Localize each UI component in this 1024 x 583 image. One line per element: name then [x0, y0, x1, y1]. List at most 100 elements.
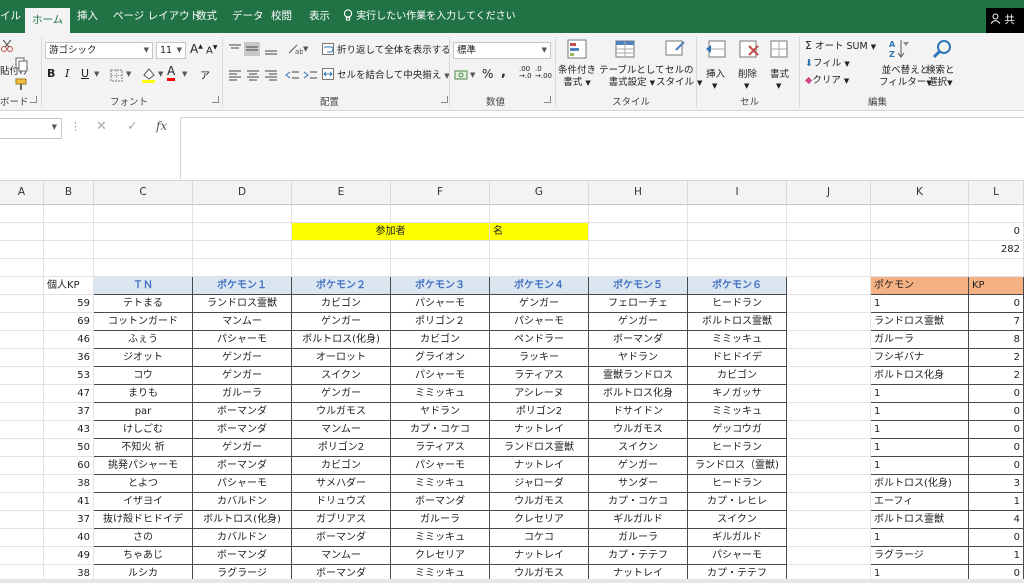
- kp-value-cell[interactable]: 36: [44, 349, 94, 367]
- empty-cell[interactable]: [787, 493, 871, 511]
- pokemon-cell[interactable]: ヤドラン: [589, 349, 688, 367]
- pokemon-cell[interactable]: カプ・レヒレ: [688, 493, 787, 511]
- accounting-dropdown[interactable]: ▼: [470, 71, 475, 79]
- empty-cell[interactable]: [490, 241, 589, 259]
- empty-cell[interactable]: [688, 205, 787, 223]
- pokemon-cell[interactable]: ヒードラン: [688, 439, 787, 457]
- pokemon-name-cell[interactable]: フシギバナ: [871, 349, 969, 367]
- table-header-cell[interactable]: ポケモン２: [292, 277, 391, 295]
- table-header-cell[interactable]: ポケモン３: [391, 277, 490, 295]
- pokemon-cell[interactable]: スイクン: [292, 367, 391, 385]
- pokemon-cell[interactable]: ラティアス: [490, 367, 589, 385]
- empty-cell[interactable]: [0, 241, 44, 259]
- trainer-name-cell[interactable]: コウ: [94, 367, 193, 385]
- column-header-J[interactable]: J: [787, 181, 871, 205]
- pokemon-name-cell[interactable]: 1: [871, 403, 969, 421]
- empty-cell[interactable]: [292, 241, 391, 259]
- kp-count-cell[interactable]: 1: [969, 493, 1024, 511]
- pokemon-cell[interactable]: ギルガルド: [589, 511, 688, 529]
- kp-value-cell[interactable]: 59: [44, 295, 94, 313]
- kp-header-cell[interactable]: 個人KP: [44, 277, 94, 295]
- empty-cell[interactable]: [0, 223, 44, 241]
- pokemon-cell[interactable]: ミミッキュ: [688, 403, 787, 421]
- pokemon-cell[interactable]: アシレーヌ: [490, 385, 589, 403]
- pokemon-cell[interactable]: カビゴン: [292, 457, 391, 475]
- empty-cell[interactable]: [871, 259, 969, 277]
- empty-cell[interactable]: [787, 475, 871, 493]
- pokemon-cell[interactable]: ナットレイ: [490, 421, 589, 439]
- delete-cells-button[interactable]: 削除 ▼: [738, 66, 757, 91]
- percent-button[interactable]: %: [482, 67, 493, 81]
- kp-count-cell[interactable]: 1: [969, 547, 1024, 565]
- shrink-font-button[interactable]: A▼: [206, 44, 217, 56]
- pokemon-cell[interactable]: ナットレイ: [490, 547, 589, 565]
- trainer-name-cell[interactable]: イザヨイ: [94, 493, 193, 511]
- empty-cell[interactable]: [0, 295, 44, 313]
- fill-color-dropdown[interactable]: ▼: [158, 70, 163, 78]
- tab-file[interactable]: イル: [0, 0, 21, 33]
- empty-cell[interactable]: [0, 349, 44, 367]
- empty-cell[interactable]: [589, 259, 688, 277]
- empty-cell[interactable]: [787, 439, 871, 457]
- pokemon-cell[interactable]: ドヒドイデ: [688, 349, 787, 367]
- empty-cell[interactable]: [589, 241, 688, 259]
- name-box[interactable]: ▼: [0, 118, 62, 139]
- empty-cell[interactable]: [44, 223, 94, 241]
- orientation-icon[interactable]: ab: [287, 43, 303, 55]
- empty-cell[interactable]: [0, 421, 44, 439]
- underline-button[interactable]: U: [81, 67, 89, 80]
- pokemon-cell[interactable]: オーロット: [292, 349, 391, 367]
- kp-count-cell[interactable]: 2: [969, 367, 1024, 385]
- trainer-name-cell[interactable]: ちゃあじ: [94, 547, 193, 565]
- empty-cell[interactable]: [94, 259, 193, 277]
- horizontal-scrollbar[interactable]: [0, 579, 1024, 583]
- pokemon-cell[interactable]: ゲンガー: [292, 385, 391, 403]
- pokemon-cell[interactable]: クレセリア: [391, 547, 490, 565]
- empty-cell[interactable]: [0, 313, 44, 331]
- pokemon-cell[interactable]: ゲンガー: [292, 313, 391, 331]
- insert-cells-icon[interactable]: [705, 38, 727, 60]
- border-icon[interactable]: [110, 69, 124, 82]
- format-painter-icon[interactable]: [14, 77, 30, 91]
- cell-styles-icon[interactable]: [664, 38, 686, 60]
- font-size-select[interactable]: 11 ▼: [156, 42, 186, 59]
- empty-cell[interactable]: [787, 385, 871, 403]
- pokemon-cell[interactable]: ヤドラン: [391, 403, 490, 421]
- pokemon-cell[interactable]: ボーマンダ: [193, 547, 292, 565]
- underline-dropdown[interactable]: ▼: [94, 70, 99, 78]
- empty-cell[interactable]: [44, 205, 94, 223]
- table-header-cell[interactable]: ＴＮ: [94, 277, 193, 295]
- empty-cell[interactable]: [787, 367, 871, 385]
- pokemon-cell[interactable]: カバルドン: [193, 493, 292, 511]
- trainer-name-cell[interactable]: コットンガード: [94, 313, 193, 331]
- font-name-select[interactable]: 游ゴシック ▼: [45, 42, 153, 59]
- pokemon-cell[interactable]: マンムー: [292, 547, 391, 565]
- pokemon-cell[interactable]: カプ・コケコ: [391, 421, 490, 439]
- font-launcher[interactable]: [212, 96, 219, 103]
- kp-value-cell[interactable]: 40: [44, 529, 94, 547]
- empty-cell[interactable]: [969, 205, 1024, 223]
- clear-button[interactable]: ◆クリア ▼: [805, 72, 849, 86]
- table-header-cell[interactable]: ポケモン４: [490, 277, 589, 295]
- font-color-dropdown[interactable]: ▼: [182, 70, 187, 78]
- pokemon-cell[interactable]: ゲッコウガ: [688, 421, 787, 439]
- empty-cell[interactable]: [787, 313, 871, 331]
- number-format-select[interactable]: 標準 ▼: [453, 42, 551, 59]
- pokemon-cell[interactable]: ヒードラン: [688, 295, 787, 313]
- pokemon-name-cell[interactable]: 1: [871, 385, 969, 403]
- empty-cell[interactable]: [94, 205, 193, 223]
- tab-page-layout[interactable]: ページ レイアウト: [113, 0, 200, 33]
- pokemon-name-cell[interactable]: ボルトロス化身: [871, 367, 969, 385]
- pokemon-cell[interactable]: 霊獣ランドロス: [589, 367, 688, 385]
- accounting-format-icon[interactable]: [454, 69, 470, 81]
- pokemon-cell[interactable]: カビゴン: [292, 295, 391, 313]
- empty-cell[interactable]: [0, 439, 44, 457]
- pokemon-cell[interactable]: ボーマンダ: [193, 403, 292, 421]
- format-as-table-icon[interactable]: [614, 38, 636, 60]
- pokemon-cell[interactable]: ランドロス霊獣: [490, 439, 589, 457]
- pokemon-cell[interactable]: ボーマンダ: [292, 529, 391, 547]
- column-header-A[interactable]: A: [0, 181, 44, 205]
- kp-value-cell[interactable]: 46: [44, 331, 94, 349]
- empty-cell[interactable]: [787, 295, 871, 313]
- cancel-button[interactable]: ✕: [96, 119, 107, 134]
